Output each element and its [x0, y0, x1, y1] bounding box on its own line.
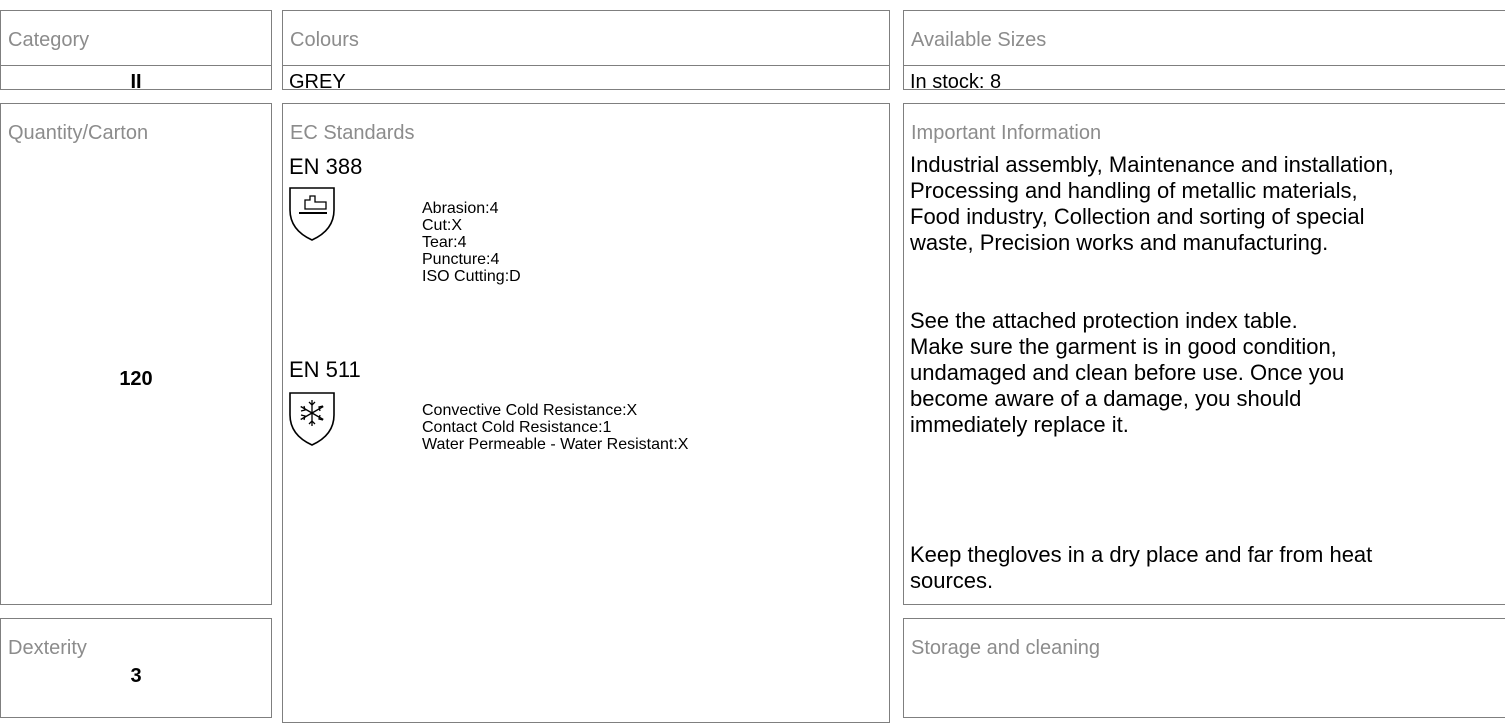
ec-standards-label: EC Standards	[290, 122, 415, 144]
safety-paragraph: See the attached protection index table.…	[910, 308, 1500, 438]
dexterity-value: 3	[130, 665, 142, 687]
safety-line: See the attached protection index table.	[910, 308, 1298, 333]
hand-mechanical-risk-shield-icon	[289, 187, 335, 241]
usage-line: Processing and handling of metallic mate…	[910, 178, 1358, 203]
en388-tear: Tear:4	[422, 234, 467, 251]
quantity-value: 120	[119, 368, 153, 390]
ec-standards-panel: EC Standards EN 388 Abrasion:4 Cut:X Tea…	[282, 103, 890, 723]
safety-line: immediately replace it.	[910, 412, 1129, 437]
important-info-panel: Important Information Industrial assembl…	[903, 103, 1505, 605]
safety-line: become aware of a damage, you should	[910, 386, 1302, 411]
quantity-label: Quantity/Carton	[8, 122, 149, 144]
usage-paragraph: Industrial assembly, Maintenance and ins…	[910, 152, 1500, 256]
storage-panel: Storage and cleaning	[903, 618, 1505, 718]
en388-iso-cutting: ISO Cutting:D	[422, 268, 521, 285]
en388-puncture: Puncture:4	[422, 251, 500, 268]
dexterity-label: Dexterity	[8, 637, 87, 659]
en511-contact: Contact Cold Resistance:1	[422, 419, 612, 436]
en511-ratings: Convective Cold Resistance:X Contact Col…	[422, 402, 688, 453]
safety-line: Make sure the garment is in good conditi…	[910, 334, 1337, 359]
sizes-value: In stock: 8	[910, 71, 1002, 93]
quantity-panel: Quantity/Carton 120	[0, 103, 272, 605]
colours-value: GREY	[289, 71, 346, 93]
storage-label: Storage and cleaning	[911, 637, 1101, 659]
en388-title: EN 388	[289, 154, 363, 179]
usage-line: Industrial assembly, Maintenance and ins…	[910, 152, 1394, 177]
colours-label: Colours	[290, 29, 359, 51]
sizes-panel: Available Sizes In stock: 8	[903, 10, 1505, 93]
sizes-divider	[904, 65, 1505, 66]
important-info-label: Important Information	[911, 122, 1102, 144]
en388-abrasion: Abrasion:4	[422, 200, 499, 217]
category-divider	[1, 65, 271, 66]
usage-line: waste, Precision works and manufacturing…	[910, 230, 1329, 255]
en511-convective: Convective Cold Resistance:X	[422, 402, 638, 419]
dexterity-panel: Dexterity 3	[0, 618, 272, 718]
en388-cut: Cut:X	[422, 217, 463, 234]
storage-line: sources.	[910, 568, 994, 593]
safety-line: undamaged and clean before use. Once you	[910, 360, 1345, 385]
snowflake-cold-shield-icon	[289, 392, 335, 446]
sizes-label: Available Sizes	[911, 29, 1047, 51]
category-panel: Category II	[0, 10, 272, 93]
category-label: Category	[8, 29, 90, 51]
en511-water: Water Permeable - Water Resistant:X	[422, 436, 689, 453]
usage-line: Food industry, Collection and sorting of…	[910, 204, 1365, 229]
category-value: II	[130, 71, 142, 93]
storage-paragraph: Keep thegloves in a dry place and far fr…	[910, 542, 1500, 594]
en388-ratings: Abrasion:4 Cut:X Tear:4 Puncture:4 ISO C…	[422, 200, 521, 285]
colours-panel: Colours GREY	[282, 10, 890, 93]
colours-divider	[283, 65, 889, 66]
storage-line: Keep thegloves in a dry place and far fr…	[910, 542, 1373, 567]
en511-title: EN 511	[289, 357, 361, 382]
